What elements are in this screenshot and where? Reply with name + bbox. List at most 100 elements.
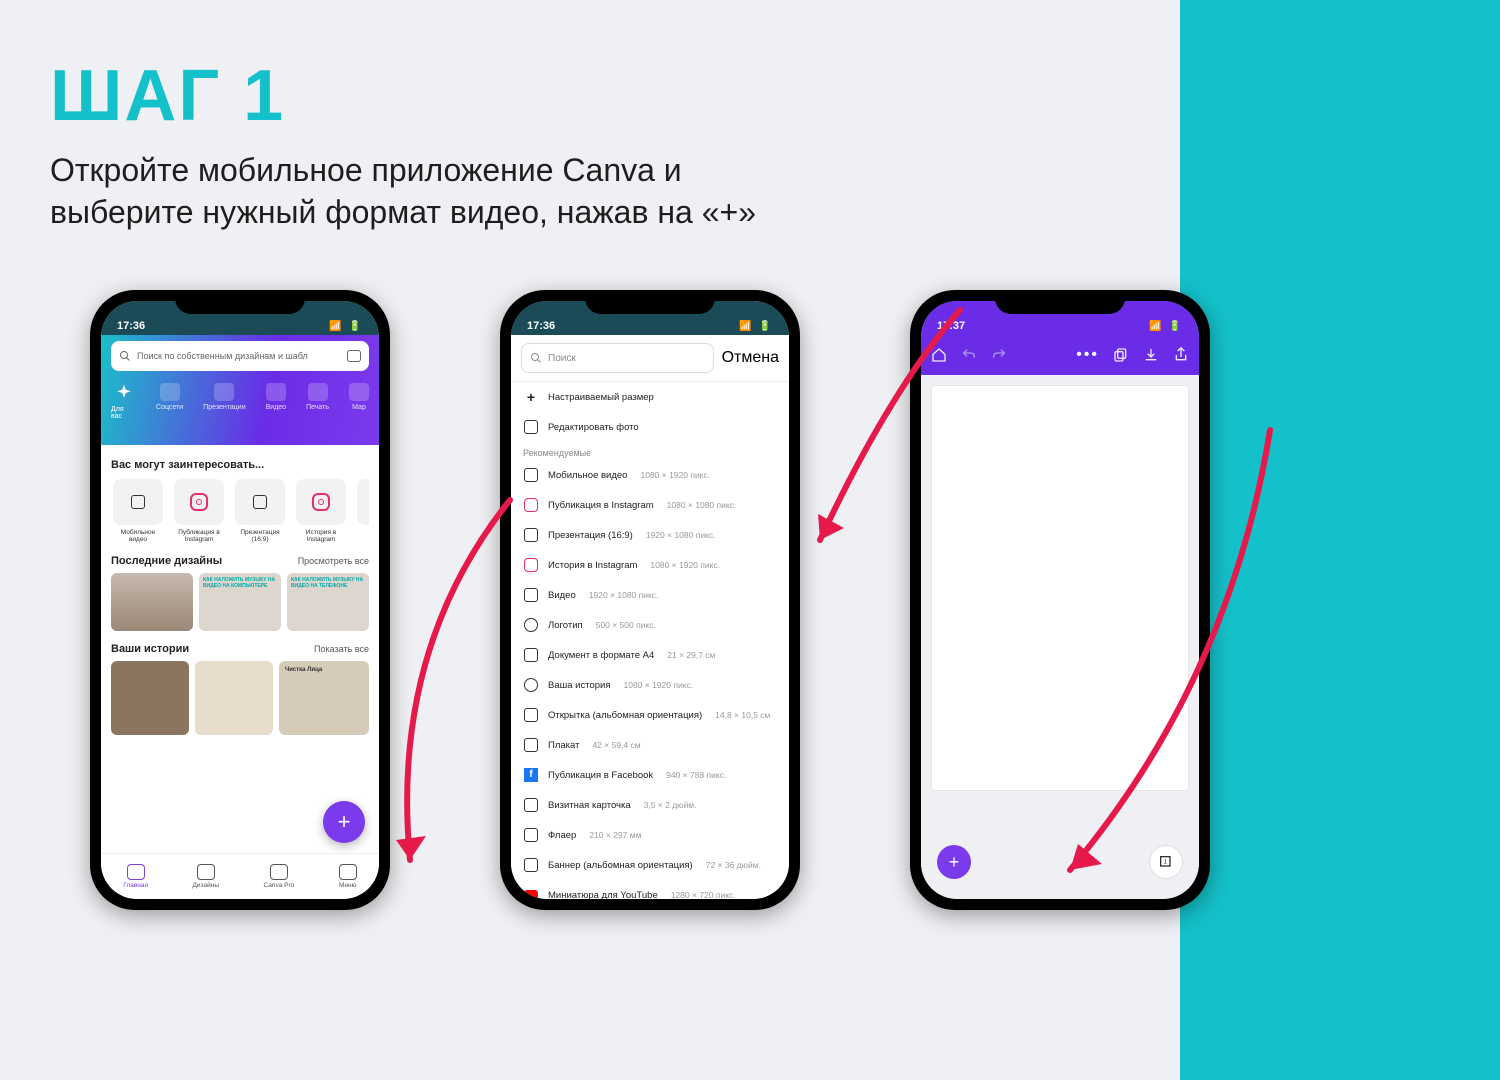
category-tab[interactable]: Соцсети xyxy=(156,383,183,411)
fab-plus-button[interactable]: + xyxy=(323,801,365,843)
signal-battery-icon xyxy=(739,320,773,332)
editor-canvas[interactable] xyxy=(931,385,1189,791)
card-label: Презентация (16:9) xyxy=(233,529,287,543)
format-list-item[interactable]: Плакат42 × 59,4 см xyxy=(511,730,789,760)
format-icon xyxy=(523,737,539,753)
item-label: Публикация в Facebook xyxy=(548,770,653,781)
format-list-item[interactable]: Миниатюра для YouTube1280 × 720 пикс. xyxy=(511,880,789,899)
item-label: Настраиваемый размер xyxy=(548,392,654,403)
item-label: Логотип xyxy=(548,620,583,631)
download-icon[interactable] xyxy=(1143,347,1159,363)
tab-icon xyxy=(308,383,328,401)
item-dimensions: 14,8 × 10,5 см xyxy=(715,710,770,720)
format-list-item[interactable]: Документ в формате А421 × 29,7 см xyxy=(511,640,789,670)
redo-icon[interactable] xyxy=(991,347,1007,363)
category-tab[interactable]: Видео xyxy=(266,383,286,411)
fab-plus-button[interactable]: + xyxy=(937,845,971,879)
format-card[interactable]: Презентация (16:9) xyxy=(233,479,287,543)
category-tab[interactable]: Для вас xyxy=(111,383,136,420)
nav-label: Canva Pro xyxy=(264,882,295,889)
format-list-item[interactable]: Видео 1920 × 1080 пикс. xyxy=(511,580,789,610)
format-list-item[interactable]: Логотип500 × 500 пикс. xyxy=(511,610,789,640)
story-card[interactable] xyxy=(195,661,273,735)
format-list-item[interactable]: Открытка (альбомная ориентация)14,8 × 10… xyxy=(511,700,789,730)
search-input[interactable]: Поиск по собственным дизайнам и шабл xyxy=(111,341,369,371)
nav-icon xyxy=(270,864,288,880)
copy-icon[interactable] xyxy=(1113,347,1129,363)
cancel-button[interactable]: Отмена xyxy=(722,349,779,367)
instagram-icon xyxy=(190,493,208,511)
more-icon[interactable]: ••• xyxy=(1076,346,1099,364)
item-label: Ваша история xyxy=(548,680,610,691)
bottom-nav-item[interactable]: Canva Pro xyxy=(264,864,295,889)
item-dimensions: 3,5 × 2 дюйм. xyxy=(644,800,697,810)
format-card[interactable]: История в Instagram xyxy=(294,479,348,543)
design-card[interactable]: КАК НАЛОЖИТЬ МУЗЫКУ НА ВИДЕО НА ТЕЛЕФОНЕ xyxy=(287,573,369,631)
step-heading: ШАГ 1 xyxy=(50,55,285,137)
story-card[interactable] xyxy=(111,661,189,735)
design-card[interactable]: КАК НАЛОЖИТЬ МУЗЫКУ НА ВИДЕО НА КОМПЬЮТЕ… xyxy=(199,573,281,631)
item-label: Флаер xyxy=(548,830,576,841)
tab-icon xyxy=(160,383,180,401)
format-icon xyxy=(523,677,539,693)
format-icon xyxy=(523,467,539,483)
format-icon xyxy=(253,495,267,509)
search-placeholder: Поиск по собственным дизайнам и шабл xyxy=(137,351,308,361)
bottom-nav-item[interactable]: Дизайны xyxy=(193,864,220,889)
interest-heading: Вас могут заинтересовать... xyxy=(111,459,369,471)
category-tab[interactable]: Презентации xyxy=(203,383,245,411)
format-list-item[interactable]: Баннер (альбомная ориентация)72 × 36 дюй… xyxy=(511,850,789,880)
bottom-nav-item[interactable]: Меню xyxy=(339,864,357,889)
format-icon xyxy=(523,797,539,813)
nav-label: Меню xyxy=(339,882,357,889)
item-dimensions: 1280 × 720 пикс. xyxy=(671,890,736,899)
format-card[interactable]: Вид xyxy=(355,479,369,543)
format-list-item[interactable]: Визитная карточка3,5 × 2 дюйм. xyxy=(511,790,789,820)
item-dimensions: 1920 × 1080 пикс. xyxy=(589,590,659,600)
design-card[interactable] xyxy=(111,573,193,631)
format-icon xyxy=(523,527,539,543)
format-icon xyxy=(523,557,539,573)
show-all-link[interactable]: Показать все xyxy=(314,644,369,654)
tab-label: Для вас xyxy=(111,406,136,420)
search-input[interactable]: Поиск xyxy=(521,343,714,373)
format-list-item[interactable]: История в Instagram1080 × 1920 пикс. xyxy=(511,550,789,580)
format-list-item[interactable]: Публикация в Instagram1080 × 1080 пикс. xyxy=(511,490,789,520)
undo-icon[interactable] xyxy=(961,347,977,363)
category-tab[interactable]: Печать xyxy=(306,383,329,411)
tab-icon xyxy=(349,383,369,401)
item-label: Видео xyxy=(548,590,576,601)
format-list-item[interactable]: Ваша история1080 × 1920 пикс. xyxy=(511,670,789,700)
nav-label: Главная xyxy=(123,882,148,889)
tab-label: Видео xyxy=(266,404,286,411)
list-action[interactable]: Настраиваемый размер xyxy=(511,382,789,412)
format-list-item[interactable]: fПубликация в Facebook940 × 788 пикс. xyxy=(511,760,789,790)
item-label: Мобильное видео xyxy=(548,470,627,481)
share-icon[interactable] xyxy=(1173,347,1189,363)
format-list-item[interactable]: Мобильное видео1080 × 1920 пикс. xyxy=(511,460,789,490)
recent-heading: Последние дизайны xyxy=(111,555,222,567)
format-card[interactable]: Мобильное видео xyxy=(111,479,165,543)
card-label: Публикация в Instagram xyxy=(172,529,226,543)
format-card[interactable]: Публикация в Instagram xyxy=(172,479,226,543)
nav-icon xyxy=(127,864,145,880)
stories-heading: Ваши истории xyxy=(111,643,189,655)
group-heading: Рекомендуемые xyxy=(511,442,789,460)
category-tab[interactable]: Мар xyxy=(349,383,369,411)
story-card[interactable]: Чистка Лица xyxy=(279,661,369,735)
phone-mockup-1: 17:36 Поиск по собственным дизайнам и ша… xyxy=(90,290,390,910)
pages-button[interactable]: 1 xyxy=(1149,845,1183,879)
format-list-item[interactable]: Флаер210 × 297 мм xyxy=(511,820,789,850)
tab-label: Презентации xyxy=(203,404,245,411)
camera-icon[interactable] xyxy=(347,350,361,362)
format-icon xyxy=(523,707,539,723)
format-list-item[interactable]: Презентация (16:9)1920 × 1080 пикс. xyxy=(511,520,789,550)
bottom-nav-item[interactable]: Главная xyxy=(123,864,148,889)
tab-label: Печать xyxy=(306,404,329,411)
list-action[interactable]: Редактировать фото xyxy=(511,412,789,442)
format-icon xyxy=(523,827,539,843)
item-dimensions: 42 × 59,4 см xyxy=(592,740,640,750)
home-icon[interactable] xyxy=(931,347,947,363)
editor-toolbar: ••• xyxy=(921,335,1199,375)
view-all-link[interactable]: Просмотреть все xyxy=(298,556,369,566)
